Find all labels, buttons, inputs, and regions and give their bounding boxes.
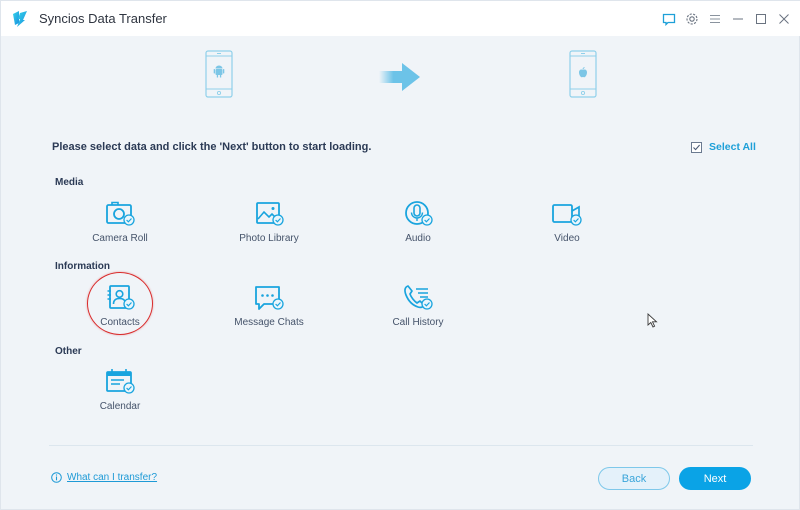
apple-phone-icon — [569, 50, 597, 98]
app-window: Syncios Data Transfer Please select data… — [0, 0, 800, 510]
data-item-photo-library[interactable]: Photo Library — [214, 200, 324, 248]
select-all-checkbox[interactable]: Select All — [691, 141, 756, 153]
help-link[interactable]: What can I transfer? — [51, 472, 157, 483]
photo-icon — [256, 202, 284, 226]
microphone-icon — [405, 201, 433, 226]
data-item-call-history[interactable]: Call History — [363, 284, 473, 332]
item-label: Calendar — [99, 401, 141, 412]
minimize-icon[interactable] — [727, 9, 749, 29]
video-icon — [552, 204, 582, 226]
item-label: Photo Library — [239, 233, 299, 244]
window-title: Syncios Data Transfer — [39, 11, 167, 26]
checkbox-checked-icon[interactable] — [691, 141, 702, 153]
close-icon[interactable] — [773, 9, 795, 29]
settings-icon[interactable] — [681, 9, 703, 29]
syncios-logo-icon — [13, 11, 27, 27]
help-link-label[interactable]: What can I transfer? — [67, 472, 157, 483]
section-label-other: Other — [55, 346, 82, 357]
next-button[interactable]: Next — [679, 467, 751, 490]
call-history-icon — [404, 285, 433, 310]
camera-icon — [106, 201, 135, 226]
mouse-cursor-icon — [647, 313, 658, 328]
item-label: Audio — [405, 233, 431, 244]
data-item-camera-roll[interactable]: Camera Roll — [65, 200, 175, 248]
item-label: Call History — [392, 317, 444, 328]
transfer-header — [1, 36, 800, 126]
feedback-icon[interactable] — [658, 9, 680, 29]
item-label: Message Chats — [234, 317, 304, 328]
data-item-audio[interactable]: Audio — [363, 200, 473, 248]
section-label-information: Information — [55, 261, 110, 272]
item-label: Camera Roll — [92, 233, 148, 244]
data-item-video[interactable]: Video — [512, 200, 622, 248]
footer-divider — [49, 445, 753, 446]
item-label: Video — [554, 233, 580, 244]
highlight-circle-annotation — [87, 272, 153, 335]
message-icon — [255, 286, 284, 310]
arrow-right-icon — [379, 63, 420, 91]
calendar-icon — [106, 369, 135, 394]
maximize-icon[interactable] — [750, 9, 772, 29]
data-item-message-chats[interactable]: Message Chats — [214, 284, 324, 332]
android-phone-icon — [205, 50, 233, 98]
title-bar: Syncios Data Transfer — [1, 1, 800, 36]
menu-icon[interactable] — [704, 9, 726, 29]
select-all-label[interactable]: Select All — [709, 141, 756, 153]
section-label-media: Media — [55, 177, 84, 188]
window-controls — [657, 9, 795, 29]
instruction-text: Please select data and click the 'Next' … — [52, 141, 372, 153]
data-item-calendar[interactable]: Calendar — [65, 368, 175, 416]
back-button[interactable]: Back — [598, 467, 670, 490]
info-icon — [51, 472, 62, 483]
